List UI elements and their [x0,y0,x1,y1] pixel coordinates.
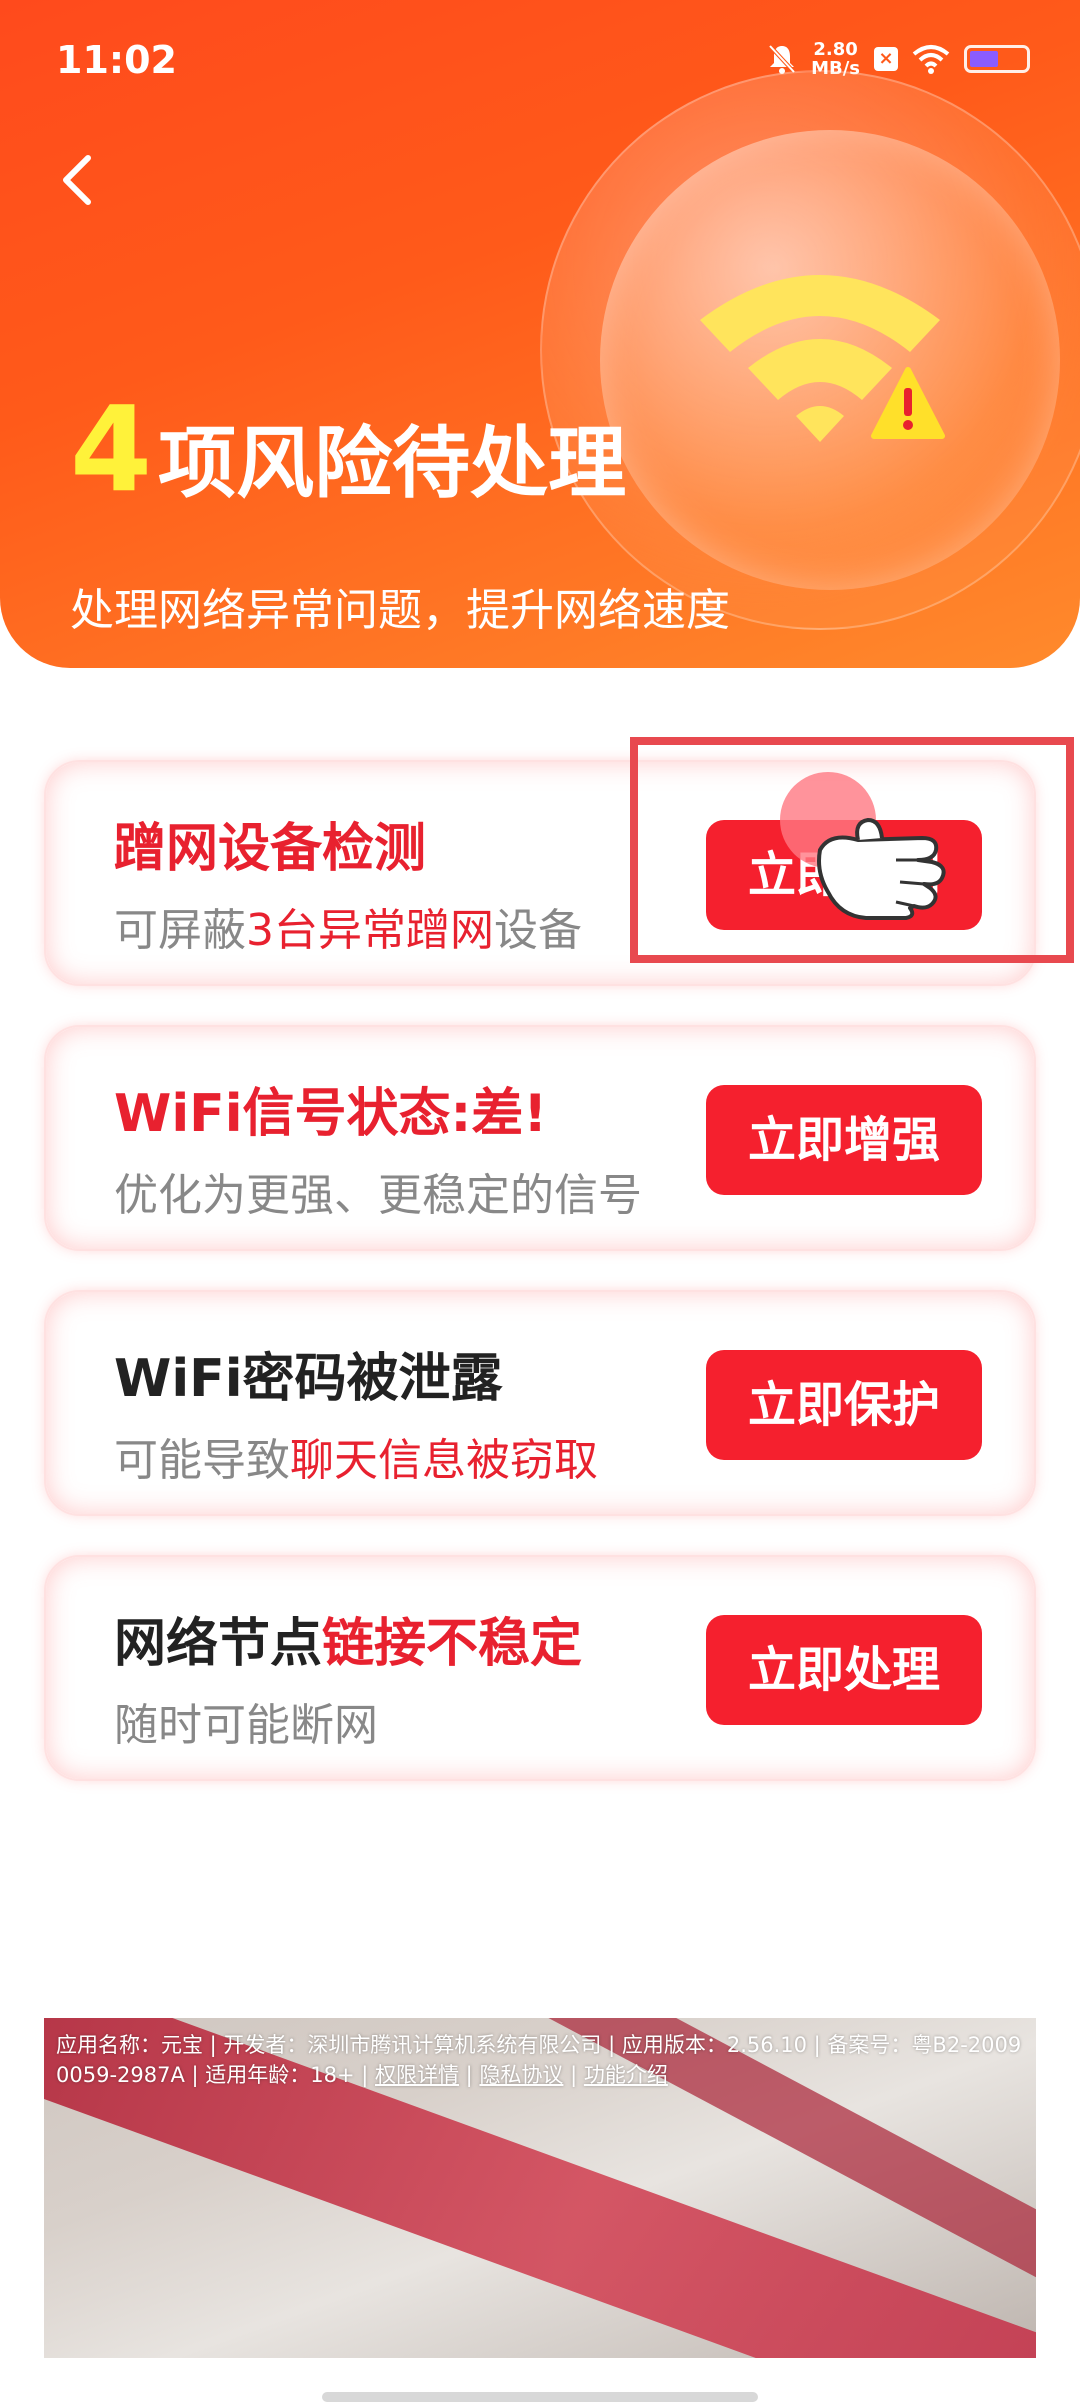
card-desc-text: 可能导致 [114,1435,290,1486]
risk-title: 项风险待处理 [158,419,627,509]
risk-count: 4 [70,380,153,518]
card-desc-text: 可屏蔽 [114,905,246,956]
back-icon[interactable] [48,150,108,210]
card-desc-highlight: 3台异常蹭网 [246,905,494,956]
card-desc: 可能导致聊天信息被窃取 [114,1424,598,1488]
card-title-text: WiFi密码被泄露 [114,1349,503,1409]
card-desc: 可屏蔽3台异常蹭网设备 [114,894,582,958]
ad-privacy-link[interactable]: 隐私协议 [479,2063,563,2087]
card-title: WiFi密码被泄露 [114,1336,503,1411]
ad-separator: | [459,2063,480,2087]
x-box-icon: × [874,47,898,71]
status-time: 11:02 [56,38,177,82]
card-desc: 随时可能断网 [114,1689,378,1753]
card-title-text: 网络节点 [114,1614,323,1674]
ad-separator: | [563,2063,584,2087]
header-banner: 11:02 2.80 MB/s × 4 项风险待处理 处理网络异常问题，提升网络… [0,0,1080,668]
card-desc-text: 随时可能断网 [114,1700,378,1751]
home-indicator[interactable] [322,2392,758,2402]
risk-card-wifi-signal: WiFi信号状态:差! 优化为更强、更稳定的信号 立即增强 [44,1025,1036,1251]
risk-card-wifi-password: WiFi密码被泄露 可能导致聊天信息被窃取 立即保护 [44,1290,1036,1516]
ad-features-link[interactable]: 功能介绍 [584,2063,668,2087]
enhance-button[interactable]: 立即增强 [706,1085,982,1195]
card-title-text: 蹭网设备检测 [114,819,427,879]
page-title: 4 项风险待处理 [70,390,626,508]
fix-button[interactable]: 立即处理 [706,1615,982,1725]
bell-muted-icon [768,44,796,74]
wifi-warning-icon [700,275,945,442]
protect-button[interactable]: 立即保护 [706,1350,982,1460]
wifi-icon [912,45,950,74]
tap-hand-icon [817,817,946,920]
card-desc-highlight: 聊天信息被窃取 [290,1435,598,1486]
card-desc: 优化为更强、更稳定的信号 [114,1159,642,1223]
risk-card-network-node: 网络节点链接不稳定 随时可能断网 立即处理 [44,1555,1036,1781]
card-title: 网络节点链接不稳定 [114,1601,582,1676]
card-desc-text: 设备 [494,905,582,956]
card-desc-text: 优化为更强、更稳定的信号 [114,1170,642,1221]
card-title: 蹭网设备检测 [114,806,426,881]
ad-permissions-link[interactable]: 权限详情 [375,2063,459,2087]
battery-icon [964,45,1030,73]
ad-banner[interactable]: 应用名称：元宝 | 开发者：深圳市腾讯计算机系统有限公司 | 应用版本：2.56… [44,2018,1036,2358]
card-title: WiFi信号状态:差! [114,1071,547,1146]
net-speed-value: 2.80 [813,39,858,60]
card-title-text: WiFi信号状态:差! [114,1084,548,1144]
ad-app-info: 应用名称：元宝 | 开发者：深圳市腾讯计算机系统有限公司 | 应用版本：2.56… [56,2030,1024,2090]
card-title-highlight: 链接不稳定 [322,1614,583,1674]
header-subtitle: 处理网络异常问题，提升网络速度 [70,585,730,636]
